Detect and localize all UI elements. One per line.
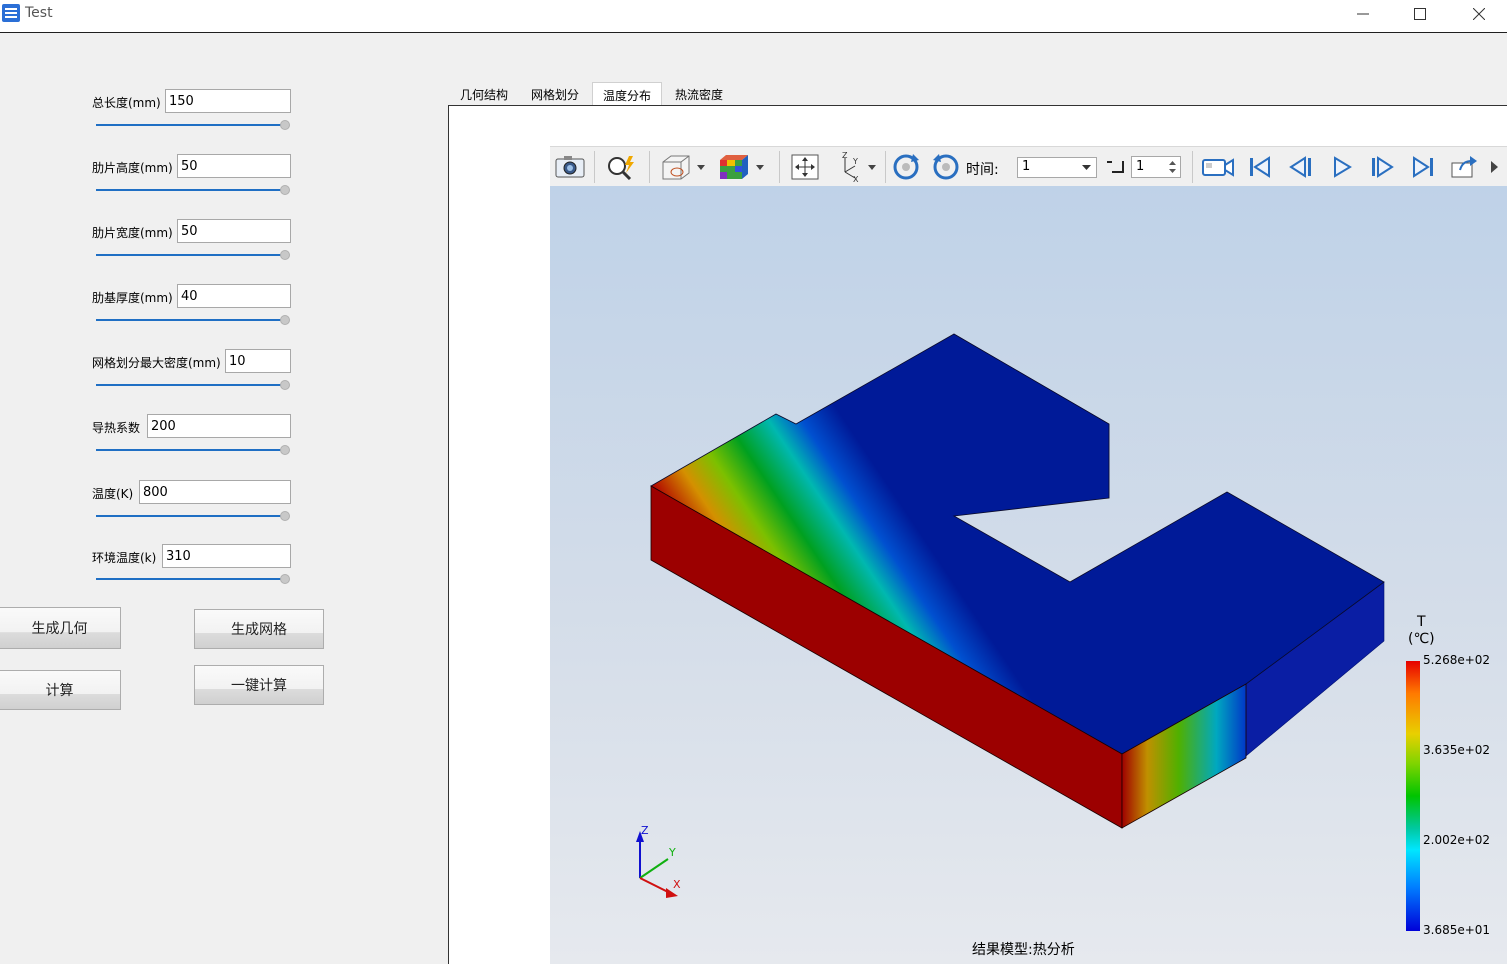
camera-icon[interactable] xyxy=(552,147,588,187)
window-title: Test xyxy=(25,5,53,21)
time-label: 时间: xyxy=(966,162,999,178)
axes-icon[interactable]: ZY X xyxy=(832,147,880,187)
spin-arrows-icon xyxy=(1169,161,1176,173)
rotate-cw-icon[interactable] xyxy=(888,147,924,187)
maximize-icon xyxy=(1414,8,1426,20)
color-legend-bar xyxy=(1406,661,1420,931)
legend-value-2: 3.635e+02 xyxy=(1423,743,1491,757)
legend-value-max: 5.268e+02 xyxy=(1423,653,1491,667)
zoom-icon[interactable] xyxy=(602,147,640,187)
axis-label-z: Z xyxy=(641,824,649,837)
step-icon xyxy=(1107,161,1124,173)
one-click-compute-button[interactable]: 一键计算 xyxy=(194,665,324,705)
mesh-density-slider[interactable] xyxy=(96,380,290,390)
temperature-input[interactable] xyxy=(139,480,291,504)
ambient-temp-input[interactable] xyxy=(162,544,291,568)
step-spinbox[interactable]: 1 xyxy=(1131,156,1181,178)
last-frame-icon[interactable] xyxy=(1405,147,1441,187)
app-icon xyxy=(2,4,20,22)
legend-variable: T xyxy=(1417,614,1426,630)
color-cube-icon[interactable] xyxy=(716,147,768,187)
fin-width-input[interactable] xyxy=(177,219,291,243)
fin-height-input[interactable] xyxy=(177,154,291,178)
param-label-base-thickness: 肋基厚度(mm) xyxy=(92,291,173,305)
tab-mesh[interactable]: 网格划分 xyxy=(522,82,588,106)
conductivity-slider[interactable] xyxy=(96,445,290,455)
minimize-button[interactable] xyxy=(1333,0,1393,28)
time-select[interactable]: 1 xyxy=(1017,157,1097,178)
maximize-button[interactable] xyxy=(1390,0,1450,28)
svg-text:X: X xyxy=(853,175,859,182)
base-thickness-input[interactable] xyxy=(177,284,291,308)
svg-text:Y: Y xyxy=(852,157,858,166)
next-frame-icon[interactable] xyxy=(1364,147,1400,187)
step-value: 1 xyxy=(1136,159,1145,174)
base-thickness-slider[interactable] xyxy=(96,315,290,325)
legend-value-3: 2.002e+02 xyxy=(1423,833,1491,847)
fin-height-slider[interactable] xyxy=(96,185,290,195)
result-caption: 结果模型:热分析 xyxy=(972,942,1075,958)
fin-width-slider[interactable] xyxy=(96,250,290,260)
temperature-slider[interactable] xyxy=(96,511,290,521)
generate-mesh-button[interactable]: 生成网格 xyxy=(194,609,324,649)
conductivity-input[interactable] xyxy=(147,414,291,438)
param-label-conductivity: 导热系数 xyxy=(92,421,141,435)
axes-triad: Z Y X xyxy=(636,824,681,898)
tab-geometry[interactable]: 几何结构 xyxy=(451,82,517,106)
axis-label-x: X xyxy=(673,878,681,891)
param-label-temperature: 温度(K) xyxy=(92,487,134,501)
mesh-density-input[interactable] xyxy=(225,349,291,373)
param-label-mesh-density: 网格划分最大密度(mm) xyxy=(92,356,221,370)
temperature-model: Z Y X xyxy=(636,333,1385,898)
3d-viewport[interactable]: Z Y X T (℃) 5.268e+02 3.635e+02 2.002e+0… xyxy=(550,186,1507,964)
record-icon[interactable] xyxy=(1198,147,1238,187)
title-bar: Test xyxy=(0,0,1507,33)
svg-text:Z: Z xyxy=(842,152,848,160)
close-icon xyxy=(1473,8,1485,20)
display-mode-icon[interactable] xyxy=(658,147,708,187)
first-frame-icon[interactable] xyxy=(1242,147,1278,187)
param-label-fin-height: 肋片高度(mm) xyxy=(92,161,173,175)
time-value: 1 xyxy=(1022,159,1031,174)
param-label-total-length: 总长度(mm) xyxy=(92,96,161,110)
minimize-icon xyxy=(1357,13,1369,15)
tab-temperature[interactable]: 温度分布 xyxy=(592,82,662,107)
viewer-toolbar: ZY X 时间: 1 1 xyxy=(550,146,1507,186)
total-length-slider[interactable] xyxy=(96,120,290,130)
play-icon[interactable] xyxy=(1324,147,1360,187)
legend-value-min: 3.685e+01 xyxy=(1423,923,1491,937)
fit-view-icon[interactable] xyxy=(786,147,824,187)
rotate-ccw-icon[interactable] xyxy=(928,147,964,187)
axis-label-y: Y xyxy=(668,846,676,859)
chevron-down-icon xyxy=(1082,165,1091,170)
tab-heat-flux[interactable]: 热流密度 xyxy=(666,82,732,106)
toolbar-overflow-icon[interactable] xyxy=(1488,147,1502,187)
param-label-fin-width: 肋片宽度(mm) xyxy=(92,226,173,240)
compute-button[interactable]: 计算 xyxy=(0,670,121,710)
export-icon[interactable] xyxy=(1446,147,1482,187)
legend-title: T (℃) xyxy=(1408,614,1435,648)
param-label-ambient-temp: 环境温度(k) xyxy=(92,551,157,565)
legend-unit: (℃) xyxy=(1408,631,1435,647)
generate-geometry-button[interactable]: 生成几何 xyxy=(0,607,121,649)
total-length-input[interactable] xyxy=(165,89,291,113)
prev-frame-icon[interactable] xyxy=(1283,147,1319,187)
close-button[interactable] xyxy=(1449,0,1507,28)
ambient-temp-slider[interactable] xyxy=(96,574,290,584)
